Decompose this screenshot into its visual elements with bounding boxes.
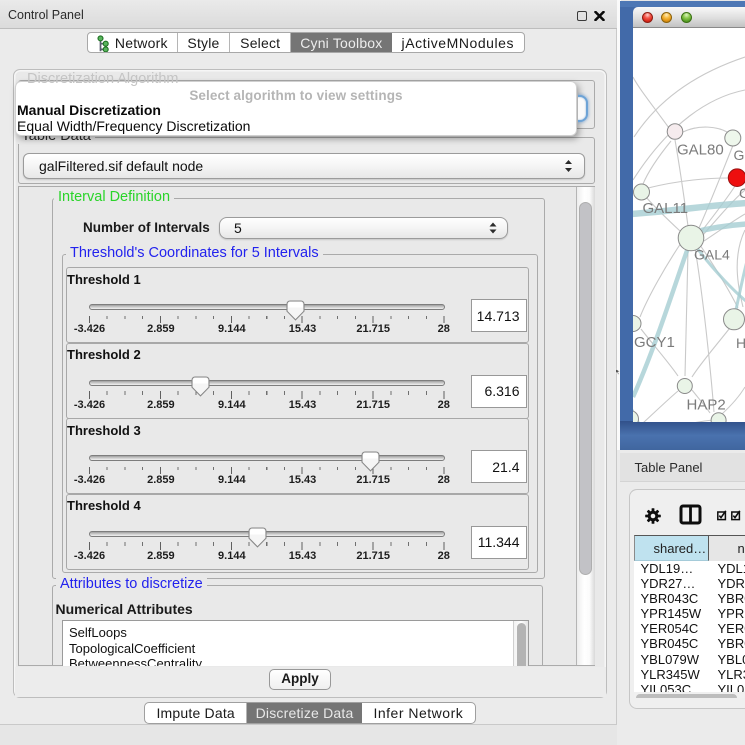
svg-text:GCY1: GCY1: [634, 334, 675, 351]
svg-text:HAP2: HAP2: [687, 396, 726, 413]
svg-text:H: H: [736, 335, 745, 351]
svg-text:C: C: [739, 185, 745, 201]
svg-text:GAL11: GAL11: [643, 200, 689, 217]
svg-text:GAL4: GAL4: [694, 246, 730, 262]
svg-text:G.: G.: [734, 147, 745, 163]
svg-text:GAL80: GAL80: [677, 141, 724, 158]
